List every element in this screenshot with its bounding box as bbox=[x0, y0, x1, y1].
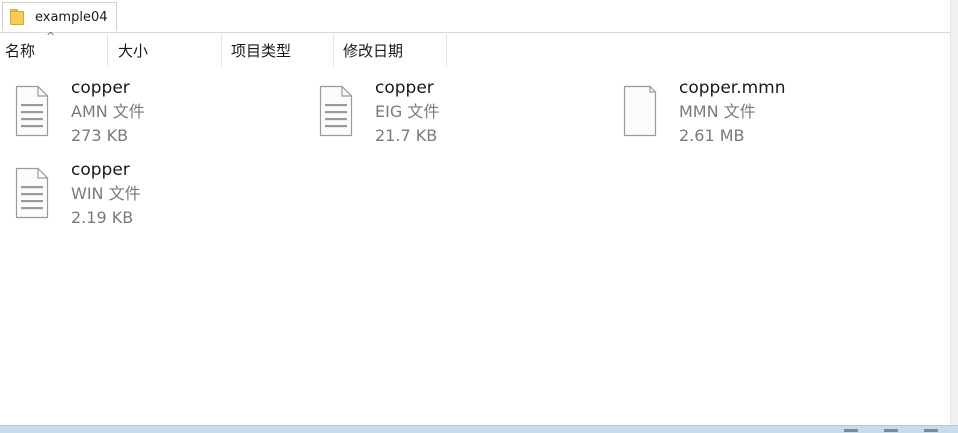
view-toggle-icons[interactable] bbox=[844, 425, 938, 433]
column-header-modified-label: 修改日期 bbox=[343, 41, 404, 60]
file-explorer-window: example04 名称 ^ 大小 项目类型 修改日期 copper AMN 文… bbox=[0, 0, 958, 433]
document-icon bbox=[319, 85, 353, 137]
breadcrumb-label: example04 bbox=[35, 9, 108, 25]
column-header-size-label: 大小 bbox=[118, 41, 149, 60]
document-icon bbox=[15, 167, 49, 219]
file-type: AMN 文件 bbox=[71, 102, 145, 121]
file-name: copper.mmn bbox=[679, 78, 786, 98]
tiles-view-icon[interactable] bbox=[884, 429, 898, 432]
file-item[interactable]: copper.mmn MMN 文件 2.61 MB bbox=[608, 77, 888, 153]
status-bar bbox=[0, 425, 958, 433]
document-icon bbox=[15, 85, 49, 137]
breadcrumb-folder[interactable]: example04 bbox=[2, 2, 117, 31]
file-name: copper bbox=[71, 78, 130, 98]
blank-document-icon bbox=[623, 85, 657, 137]
file-item[interactable]: copper EIG 文件 21.7 KB bbox=[304, 77, 584, 153]
column-header-name[interactable]: 名称 ^ bbox=[0, 30, 108, 66]
column-header-type[interactable]: 项目类型 bbox=[222, 34, 334, 66]
file-type: WIN 文件 bbox=[71, 184, 141, 203]
file-type: EIG 文件 bbox=[375, 102, 440, 121]
large-icons-view-icon[interactable] bbox=[924, 429, 938, 432]
file-type: MMN 文件 bbox=[679, 102, 756, 121]
file-item[interactable]: copper WIN 文件 2.19 KB bbox=[0, 159, 280, 235]
column-header-type-label: 项目类型 bbox=[231, 41, 292, 60]
column-header-modified[interactable]: 修改日期 bbox=[334, 34, 447, 66]
file-size: 21.7 KB bbox=[375, 126, 438, 145]
address-bar: example04 bbox=[0, 0, 950, 33]
column-headers: 名称 ^ 大小 项目类型 修改日期 bbox=[0, 30, 950, 66]
file-name: copper bbox=[375, 78, 434, 98]
file-size: 273 KB bbox=[71, 126, 129, 145]
details-view-icon[interactable] bbox=[844, 429, 858, 432]
file-size: 2.61 MB bbox=[679, 126, 745, 145]
column-header-name-label: 名称 bbox=[5, 41, 36, 60]
column-header-size[interactable]: 大小 bbox=[108, 34, 222, 66]
folder-icon bbox=[10, 9, 28, 25]
file-name: copper bbox=[71, 160, 130, 180]
sort-ascending-icon: ^ bbox=[46, 30, 56, 43]
vertical-scrollbar[interactable] bbox=[950, 0, 958, 425]
file-item[interactable]: copper AMN 文件 273 KB bbox=[0, 77, 280, 153]
file-size: 2.19 KB bbox=[71, 208, 134, 227]
